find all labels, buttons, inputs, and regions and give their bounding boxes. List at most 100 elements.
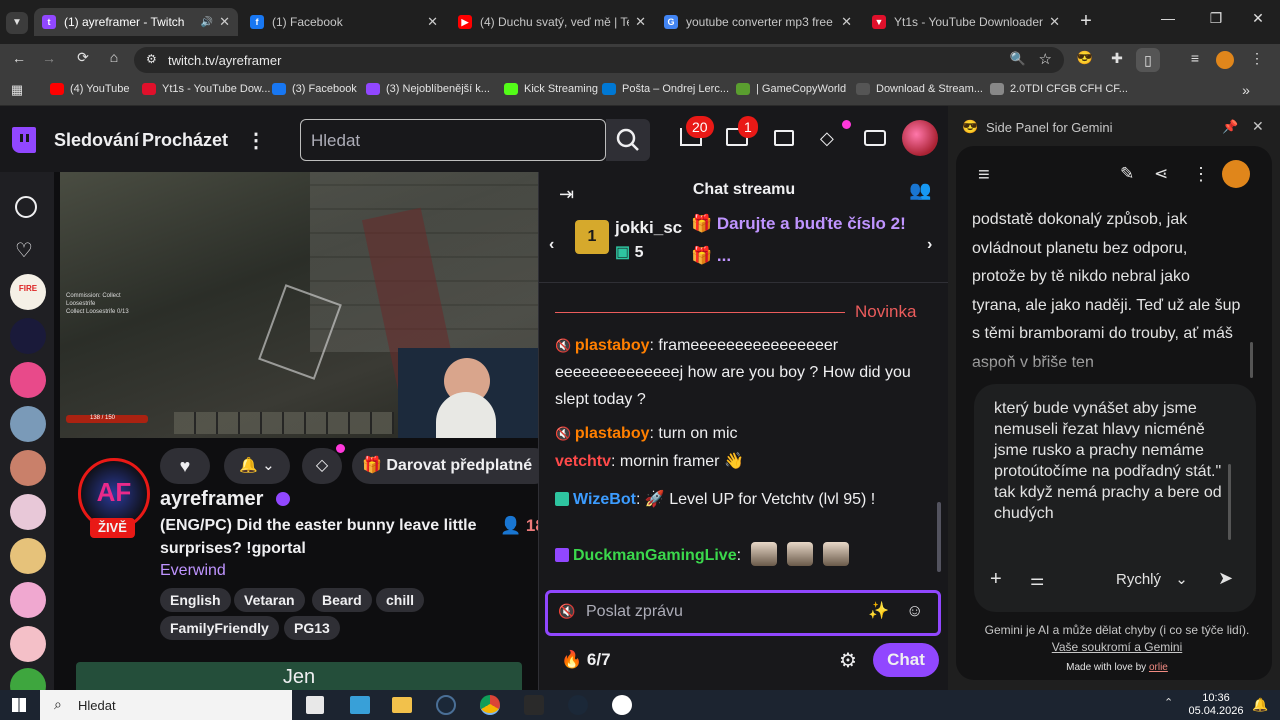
- new-chat-icon[interactable]: ✎: [1120, 164, 1134, 184]
- close-tab-icon[interactable]: ✕: [219, 14, 230, 30]
- start-windows-icon[interactable]: [12, 698, 26, 712]
- bookmark-item[interactable]: Kick Streaming: [504, 83, 598, 95]
- notifications-button[interactable]: 🔔 ⌄: [224, 448, 290, 484]
- drops-icon[interactable]: ◇: [820, 128, 834, 149]
- chat-send-button[interactable]: Chat: [873, 643, 939, 677]
- back-arrow-icon[interactable]: ←: [8, 50, 30, 66]
- channel-avatar-3[interactable]: [10, 362, 46, 398]
- chat-username[interactable]: WizeBot: [573, 491, 636, 508]
- add-attachment-icon[interactable]: +: [990, 568, 1002, 591]
- bookmark-item[interactable]: | GameCopyWorld: [736, 83, 846, 95]
- chat-scrollbar[interactable]: [937, 502, 941, 572]
- close-tab-icon[interactable]: ✕: [1049, 14, 1060, 30]
- share-icon[interactable]: ⋖: [1154, 164, 1168, 184]
- stream-tag[interactable]: Vetaran: [234, 588, 305, 612]
- taskbar-app-steam[interactable]: [436, 695, 456, 715]
- taskbar-app-explorer[interactable]: [392, 697, 412, 713]
- channel-avatar-6[interactable]: [10, 494, 46, 530]
- gemini-prompt-box[interactable]: který bude vynášet aby jsme nemuseli řez…: [974, 384, 1256, 612]
- home-icon[interactable]: ⌂: [103, 49, 125, 65]
- chat-emote[interactable]: [823, 542, 850, 566]
- subscribe-panel[interactable]: Jen: [76, 662, 522, 690]
- browser-tab[interactable]: Gyoutube converter mp3 free on ✕: [656, 8, 860, 36]
- carousel-next-icon[interactable]: ›: [927, 236, 932, 254]
- taskbar-app-chrome[interactable]: [480, 695, 500, 715]
- gift-sub-button[interactable]: 🎁 Darovat předplatné: [352, 448, 538, 484]
- drops-button[interactable]: ◇: [302, 448, 342, 484]
- tab-audio-icon[interactable]: 🔊: [201, 17, 213, 28]
- chat-bubble-icon[interactable]: [774, 130, 794, 146]
- channel-avatar-2[interactable]: [10, 318, 46, 354]
- zoom-icon[interactable]: 🔍: [1010, 51, 1026, 67]
- mode-selector[interactable]: Rychlý ⌄: [1116, 570, 1188, 588]
- carousel-prev-icon[interactable]: ‹: [549, 236, 554, 254]
- site-info-icon[interactable]: ⚙: [146, 52, 157, 66]
- forward-arrow-icon[interactable]: →: [38, 50, 60, 66]
- bookmark-item[interactable]: 2.0TDI CFGB CFH CF...: [990, 83, 1128, 95]
- maximize-button[interactable]: ❐: [1204, 10, 1228, 27]
- minimize-button[interactable]: —: [1156, 10, 1180, 26]
- bookmark-item[interactable]: Yt1s - YouTube Dow...: [142, 83, 270, 95]
- chat-username[interactable]: plastaboy: [575, 425, 650, 442]
- prompt-input[interactable]: který bude vynášet aby jsme nemuseli řez…: [994, 398, 1224, 524]
- stream-tag[interactable]: Beard: [312, 588, 372, 612]
- chat-username[interactable]: DuckmanGamingLive: [573, 547, 737, 564]
- tools-icon[interactable]: ⚌: [1030, 570, 1044, 590]
- side-panel-icon[interactable]: ▯: [1136, 48, 1160, 72]
- send-icon[interactable]: ➤: [1218, 568, 1233, 589]
- privacy-link[interactable]: Vaše soukromí a Gemini: [1052, 640, 1183, 654]
- stream-tag[interactable]: PG13: [284, 616, 340, 640]
- taskbar-app-player[interactable]: [612, 695, 632, 715]
- follow-button[interactable]: ♥: [160, 448, 210, 484]
- taskbar-app-steam2[interactable]: [568, 695, 588, 715]
- chat-users-icon[interactable]: 👥: [909, 180, 931, 201]
- chat-username[interactable]: plastaboy: [575, 337, 650, 354]
- bits-icon[interactable]: [864, 130, 886, 146]
- effects-icon[interactable]: ✨: [868, 601, 889, 621]
- nav-browse[interactable]: Procházet: [142, 130, 228, 151]
- mute-icon[interactable]: 🔇: [558, 603, 575, 620]
- extensions-puzzle-icon[interactable]: ✚: [1106, 50, 1128, 67]
- bookmark-item[interactable]: Download & Stream...: [856, 83, 983, 95]
- taskbar-clock[interactable]: 10:36 05.04.2026: [1186, 692, 1246, 718]
- close-window-button[interactable]: ✕: [1246, 10, 1270, 27]
- pin-icon[interactable]: 📌: [1222, 119, 1238, 135]
- close-tab-icon[interactable]: ✕: [427, 14, 438, 30]
- taskbar-app-display[interactable]: [350, 696, 370, 714]
- search-button[interactable]: [606, 119, 650, 161]
- bookmark-star-icon[interactable]: ☆: [1039, 50, 1052, 68]
- channel-points[interactable]: 🔥 6/7: [561, 650, 611, 670]
- channel-avatar-5[interactable]: [10, 450, 46, 486]
- browser-tab[interactable]: ▼ Yt1s - YouTube Downloader | Y ✕: [864, 8, 1068, 36]
- taskbar-app-notepad[interactable]: [306, 696, 324, 714]
- stream-tag[interactable]: English: [160, 588, 231, 612]
- bookmark-item[interactable]: (3) Facebook: [272, 83, 357, 95]
- stream-tag[interactable]: chill: [376, 588, 425, 612]
- profile-avatar[interactable]: [1216, 51, 1234, 69]
- address-bar[interactable]: ⚙ twitch.tv/ayreframer 🔍 ☆: [134, 47, 1064, 73]
- video-player[interactable]: Commission: Collect Loosestrife Collect …: [60, 172, 538, 438]
- response-scrollbar[interactable]: [1250, 342, 1253, 378]
- channel-avatar-9[interactable]: [10, 626, 46, 662]
- reload-icon[interactable]: ⟳: [72, 49, 94, 66]
- new-tab-button[interactable]: +: [1074, 10, 1098, 33]
- heart-icon[interactable]: ♡: [15, 238, 33, 263]
- refresh-icon[interactable]: [15, 196, 37, 218]
- channel-avatar-7[interactable]: [10, 538, 46, 574]
- channel-avatar-4[interactable]: [10, 406, 46, 442]
- media-icon[interactable]: ≡: [1184, 50, 1206, 66]
- browser-tab[interactable]: t (1) ayreframer - Twitch 🔊 ✕: [34, 8, 238, 36]
- chat-settings-icon[interactable]: ⚙: [839, 648, 857, 673]
- twitch-logo-icon[interactable]: [12, 127, 36, 153]
- channel-avatar-1[interactable]: FIRE: [10, 274, 46, 310]
- prompt-scrollbar[interactable]: [1228, 464, 1231, 540]
- notifications-icon[interactable]: 🔔: [1252, 697, 1268, 713]
- nav-following[interactable]: Sledování: [54, 130, 139, 151]
- bookmark-item[interactable]: (4) YouTube: [50, 83, 130, 95]
- apps-grid-icon[interactable]: ▦: [6, 82, 28, 98]
- close-tab-icon[interactable]: ✕: [841, 14, 852, 30]
- close-panel-icon[interactable]: ✕: [1252, 118, 1264, 135]
- more-kebab-icon[interactable]: ⋮: [246, 128, 266, 153]
- chat-username[interactable]: vetchtv: [555, 453, 611, 470]
- chat-input[interactable]: 🔇 Poslat zprávu ✨ ☺: [545, 590, 941, 636]
